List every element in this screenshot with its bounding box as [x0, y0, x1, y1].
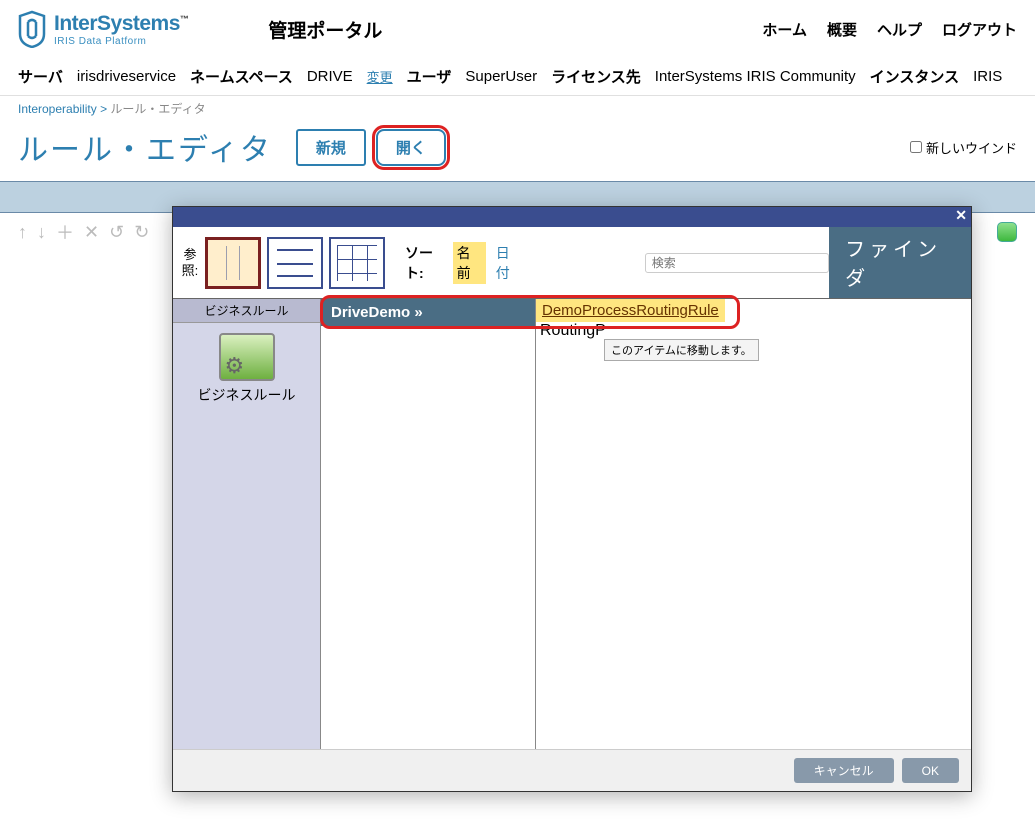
- user-value: SuperUser: [465, 68, 537, 85]
- page-header: ルール・エディタ 新規 開く 新しいウインド: [0, 121, 1035, 181]
- category-label: ビジネスルール: [173, 385, 320, 405]
- nav-home[interactable]: ホーム: [762, 19, 807, 40]
- logo-icon: [18, 10, 46, 48]
- info-bar: サーバ irisdriveservice ネームスペース DRIVE 変更 ユー…: [0, 58, 1035, 95]
- close-icon[interactable]: ✕: [955, 207, 967, 224]
- logo-text: InterSystems™: [54, 12, 188, 36]
- tooltip: このアイテムに移動します。: [604, 339, 759, 361]
- logo-subtitle: IRIS Data Platform: [54, 36, 188, 47]
- instance-value: IRIS: [973, 68, 1002, 85]
- open-button[interactable]: 開く: [376, 129, 446, 166]
- header: InterSystems™ IRIS Data Platform 管理ポータル …: [0, 0, 1035, 58]
- new-window-label: 新しいウインド: [926, 138, 1017, 157]
- down-icon[interactable]: ↓: [37, 222, 46, 243]
- view-mode-buttons: [205, 237, 385, 289]
- new-window-option[interactable]: 新しいウインド: [910, 138, 1017, 157]
- dialog-titlebar: ✕: [173, 207, 971, 227]
- business-rule-icon[interactable]: [219, 333, 275, 381]
- finder-label: ファインダ: [829, 227, 971, 298]
- license-value: InterSystems IRIS Community: [655, 68, 856, 85]
- logo: InterSystems™ IRIS Data Platform: [18, 10, 188, 48]
- undo-icon[interactable]: ↺: [109, 222, 124, 243]
- dialog-footer: キャンセル OK: [173, 749, 971, 791]
- category-pane: ビジネスルール ビジネスルール: [173, 299, 321, 749]
- sort-by-date[interactable]: 日付: [492, 242, 525, 284]
- breadcrumb: Interoperability > ルール・エディタ: [0, 95, 1035, 121]
- category-header: ビジネスルール: [173, 299, 320, 323]
- rule-column: DemoProcessRoutingRule RoutingP このアイテムに移…: [536, 299, 971, 749]
- sort-label: ソート:: [405, 243, 447, 283]
- package-column: DriveDemo: [321, 299, 536, 749]
- redo-icon[interactable]: ↻: [134, 222, 149, 243]
- top-nav: ホーム 概要 ヘルプ ログアウト: [762, 19, 1017, 40]
- browse-label: 参照:: [173, 247, 201, 278]
- view-list-button[interactable]: [267, 237, 323, 289]
- search-input[interactable]: [645, 253, 829, 273]
- change-namespace-link[interactable]: 変更: [367, 67, 393, 86]
- open-dialog: ✕ 参照: ソート: 名前 日付 ファインダ ビジネスルール ビジネスルール D…: [172, 206, 972, 792]
- server-label: サーバ: [18, 66, 63, 87]
- up-icon[interactable]: ↑: [18, 222, 27, 243]
- new-button[interactable]: 新規: [296, 129, 366, 166]
- package-item[interactable]: DriveDemo: [321, 299, 535, 326]
- action-buttons: 新規 開く: [296, 129, 446, 166]
- cancel-button[interactable]: キャンセル: [794, 758, 894, 783]
- nav-overview[interactable]: 概要: [827, 19, 857, 40]
- portal-title: 管理ポータル: [268, 16, 382, 43]
- page-title: ルール・エディタ: [18, 125, 272, 169]
- view-grid-button[interactable]: [329, 237, 385, 289]
- ok-button[interactable]: OK: [902, 758, 959, 783]
- rule-item-demo-routing[interactable]: DemoProcessRoutingRule: [536, 299, 725, 322]
- nav-help[interactable]: ヘルプ: [877, 19, 922, 40]
- sort-by-name[interactable]: 名前: [453, 242, 486, 284]
- namespace-label: ネームスペース: [190, 66, 293, 87]
- namespace-value: DRIVE: [307, 68, 353, 85]
- user-label: ユーザ: [407, 66, 452, 87]
- dialog-toolbar: 参照: ソート: 名前 日付 ファインダ: [173, 227, 971, 299]
- plus-icon[interactable]: ＋: [56, 219, 74, 245]
- delete-icon[interactable]: ✕: [84, 222, 99, 243]
- instance-label: インスタンス: [870, 66, 959, 87]
- breadcrumb-current: ルール・エディタ: [110, 102, 205, 116]
- sort-controls: ソート: 名前 日付: [405, 242, 525, 284]
- view-columns-button[interactable]: [205, 237, 261, 289]
- nav-logout[interactable]: ログアウト: [942, 19, 1017, 40]
- breadcrumb-sep: >: [100, 102, 107, 116]
- dialog-body: ビジネスルール ビジネスルール DriveDemo DemoProcessRou…: [173, 299, 971, 749]
- breadcrumb-root[interactable]: Interoperability: [18, 102, 97, 116]
- new-window-checkbox[interactable]: [910, 141, 922, 153]
- license-label: ライセンス先: [551, 66, 641, 87]
- server-value: irisdriveservice: [77, 68, 176, 85]
- rule-item-partial[interactable]: RoutingP: [536, 320, 610, 341]
- status-indicator-icon: [997, 222, 1017, 242]
